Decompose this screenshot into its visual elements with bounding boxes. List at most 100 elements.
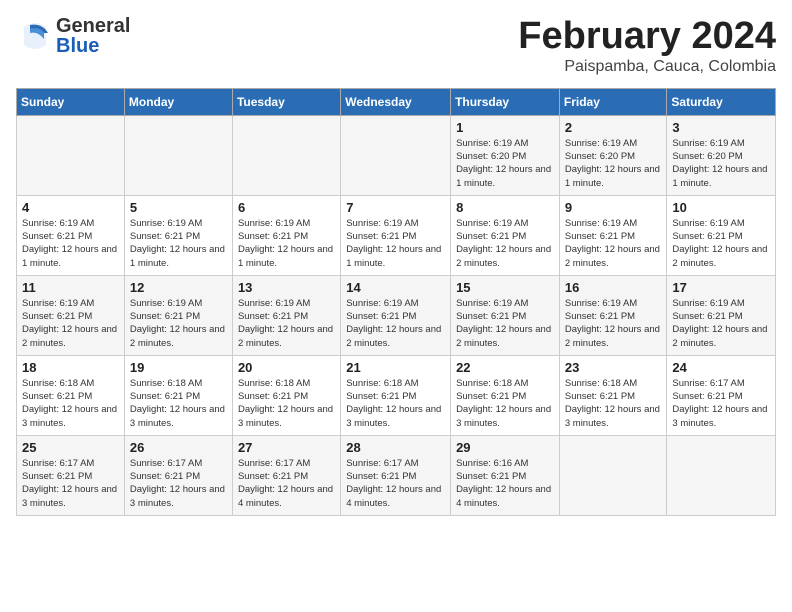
day-number: 3: [672, 120, 770, 135]
day-number: 5: [130, 200, 227, 215]
calendar-cell: 22Sunrise: 6:18 AM Sunset: 6:21 PM Dayli…: [451, 355, 560, 435]
day-number: 17: [672, 280, 770, 295]
calendar-cell: 13Sunrise: 6:19 AM Sunset: 6:21 PM Dayli…: [232, 275, 340, 355]
logo-icon: [16, 17, 54, 55]
day-number: 29: [456, 440, 554, 455]
day-info: Sunrise: 6:19 AM Sunset: 6:21 PM Dayligh…: [565, 297, 662, 350]
day-info: Sunrise: 6:18 AM Sunset: 6:21 PM Dayligh…: [22, 377, 119, 430]
calendar-cell: 8Sunrise: 6:19 AM Sunset: 6:21 PM Daylig…: [451, 195, 560, 275]
day-info: Sunrise: 6:19 AM Sunset: 6:21 PM Dayligh…: [238, 217, 335, 270]
day-info: Sunrise: 6:19 AM Sunset: 6:20 PM Dayligh…: [456, 137, 554, 190]
logo-text: General Blue: [56, 16, 130, 56]
day-info: Sunrise: 6:17 AM Sunset: 6:21 PM Dayligh…: [238, 457, 335, 510]
calendar-cell: [559, 435, 667, 515]
day-number: 12: [130, 280, 227, 295]
calendar-cell: 29 Sunrise: 6:16 AM Sunset: 6:21 PM Dayli…: [451, 435, 560, 515]
day-number: 16: [565, 280, 662, 295]
day-info: Sunrise: 6:17 AM Sunset: 6:21 PM Dayligh…: [672, 377, 770, 430]
day-number: 10: [672, 200, 770, 215]
calendar-cell: 20 Sunrise: 6:18 AM Sunset: 6:21 PM Dayli…: [232, 355, 340, 435]
calendar-cell: 21 Sunrise: 6:18 AM Sunset: 6:21 PM Dayli…: [341, 355, 451, 435]
calendar-week-4: 18Sunrise: 6:18 AM Sunset: 6:21 PM Dayli…: [17, 355, 776, 435]
day-number: 21: [346, 360, 445, 375]
day-header-wednesday: Wednesday: [341, 88, 451, 115]
day-info: Sunrise: 6:19 AM Sunset: 6:21 PM Dayligh…: [565, 217, 662, 270]
calendar-cell: [667, 435, 776, 515]
day-number: 27: [238, 440, 335, 455]
logo-general-text: General: [56, 16, 130, 36]
day-number: 19: [130, 360, 227, 375]
calendar-cell: 28Sunrise: 6:17 AM Sunset: 6:21 PM Dayli…: [341, 435, 451, 515]
day-info: Sunrise: 6:19 AM Sunset: 6:21 PM Dayligh…: [346, 297, 445, 350]
day-number: 20: [238, 360, 335, 375]
day-info: Sunrise: 6:19 AM Sunset: 6:21 PM Dayligh…: [130, 297, 227, 350]
calendar-cell: 2Sunrise: 6:19 AM Sunset: 6:20 PM Daylig…: [559, 115, 667, 195]
day-info: Sunrise: 6:17 AM Sunset: 6:21 PM Dayligh…: [130, 457, 227, 510]
calendar-cell: 4 Sunrise: 6:19 AM Sunset: 6:21 PM Daylig…: [17, 195, 125, 275]
day-info: Sunrise: 6:19 AM Sunset: 6:21 PM Dayligh…: [130, 217, 227, 270]
calendar-cell: 12 Sunrise: 6:19 AM Sunset: 6:21 PM Dayli…: [124, 275, 232, 355]
day-info: Sunrise: 6:19 AM Sunset: 6:21 PM Dayligh…: [456, 297, 554, 350]
day-number: 9: [565, 200, 662, 215]
day-info: Sunrise: 6:19 AM Sunset: 6:20 PM Dayligh…: [565, 137, 662, 190]
calendar-week-1: 1 Sunrise: 6:19 AM Sunset: 6:20 PM Daylig…: [17, 115, 776, 195]
calendar-cell: 6Sunrise: 6:19 AM Sunset: 6:21 PM Daylig…: [232, 195, 340, 275]
calendar-cell: 5 Sunrise: 6:19 AM Sunset: 6:21 PM Daylig…: [124, 195, 232, 275]
title-block: February 2024 Paispamba, Cauca, Colombia: [518, 16, 776, 76]
day-info: Sunrise: 6:19 AM Sunset: 6:21 PM Dayligh…: [238, 297, 335, 350]
day-info: Sunrise: 6:18 AM Sunset: 6:21 PM Dayligh…: [238, 377, 335, 430]
day-number: 4: [22, 200, 119, 215]
calendar-cell: 7 Sunrise: 6:19 AM Sunset: 6:21 PM Daylig…: [341, 195, 451, 275]
day-number: 24: [672, 360, 770, 375]
location-subtitle: Paispamba, Cauca, Colombia: [518, 58, 776, 76]
calendar-cell: [232, 115, 340, 195]
day-number: 15: [456, 280, 554, 295]
day-header-friday: Friday: [559, 88, 667, 115]
day-number: 8: [456, 200, 554, 215]
day-header-saturday: Saturday: [667, 88, 776, 115]
month-title: February 2024: [518, 16, 776, 58]
calendar-cell: 19 Sunrise: 6:18 AM Sunset: 6:21 PM Dayli…: [124, 355, 232, 435]
day-header-sunday: Sunday: [17, 88, 125, 115]
day-info: Sunrise: 6:19 AM Sunset: 6:20 PM Dayligh…: [672, 137, 770, 190]
day-info: Sunrise: 6:19 AM Sunset: 6:21 PM Dayligh…: [672, 217, 770, 270]
day-header-thursday: Thursday: [451, 88, 560, 115]
calendar-cell: 16 Sunrise: 6:19 AM Sunset: 6:21 PM Dayli…: [559, 275, 667, 355]
calendar-cell: 3 Sunrise: 6:19 AM Sunset: 6:20 PM Daylig…: [667, 115, 776, 195]
day-number: 14: [346, 280, 445, 295]
day-number: 25: [22, 440, 119, 455]
day-number: 7: [346, 200, 445, 215]
day-info: Sunrise: 6:19 AM Sunset: 6:21 PM Dayligh…: [22, 217, 119, 270]
day-info: Sunrise: 6:17 AM Sunset: 6:21 PM Dayligh…: [22, 457, 119, 510]
calendar-cell: [17, 115, 125, 195]
day-number: 28: [346, 440, 445, 455]
calendar-cell: 24 Sunrise: 6:17 AM Sunset: 6:21 PM Dayli…: [667, 355, 776, 435]
day-info: Sunrise: 6:18 AM Sunset: 6:21 PM Dayligh…: [130, 377, 227, 430]
calendar-week-5: 25 Sunrise: 6:17 AM Sunset: 6:21 PM Dayli…: [17, 435, 776, 515]
calendar-body: 1 Sunrise: 6:19 AM Sunset: 6:20 PM Daylig…: [17, 115, 776, 515]
calendar-cell: 1 Sunrise: 6:19 AM Sunset: 6:20 PM Daylig…: [451, 115, 560, 195]
day-info: Sunrise: 6:16 AM Sunset: 6:21 PM Dayligh…: [456, 457, 554, 510]
day-number: 22: [456, 360, 554, 375]
day-number: 1: [456, 120, 554, 135]
calendar-cell: 23 Sunrise: 6:18 AM Sunset: 6:21 PM Dayli…: [559, 355, 667, 435]
day-header-monday: Monday: [124, 88, 232, 115]
day-info: Sunrise: 6:18 AM Sunset: 6:21 PM Dayligh…: [565, 377, 662, 430]
logo: General Blue: [16, 16, 130, 56]
day-header-tuesday: Tuesday: [232, 88, 340, 115]
calendar-cell: [124, 115, 232, 195]
calendar-table: SundayMondayTuesdayWednesdayThursdayFrid…: [16, 88, 776, 516]
calendar-cell: 15 Sunrise: 6:19 AM Sunset: 6:21 PM Dayli…: [451, 275, 560, 355]
calendar-header-row: SundayMondayTuesdayWednesdayThursdayFrid…: [17, 88, 776, 115]
calendar-cell: 11Sunrise: 6:19 AM Sunset: 6:21 PM Dayli…: [17, 275, 125, 355]
day-info: Sunrise: 6:18 AM Sunset: 6:21 PM Dayligh…: [346, 377, 445, 430]
calendar-week-3: 11Sunrise: 6:19 AM Sunset: 6:21 PM Dayli…: [17, 275, 776, 355]
calendar-cell: 10 Sunrise: 6:19 AM Sunset: 6:21 PM Dayli…: [667, 195, 776, 275]
calendar-cell: 17Sunrise: 6:19 AM Sunset: 6:21 PM Dayli…: [667, 275, 776, 355]
page-header: General Blue February 2024 Paispamba, Ca…: [16, 16, 776, 76]
day-info: Sunrise: 6:19 AM Sunset: 6:21 PM Dayligh…: [346, 217, 445, 270]
day-number: 26: [130, 440, 227, 455]
day-number: 23: [565, 360, 662, 375]
calendar-cell: 26 Sunrise: 6:17 AM Sunset: 6:21 PM Dayli…: [124, 435, 232, 515]
logo-blue-text: Blue: [56, 36, 130, 56]
